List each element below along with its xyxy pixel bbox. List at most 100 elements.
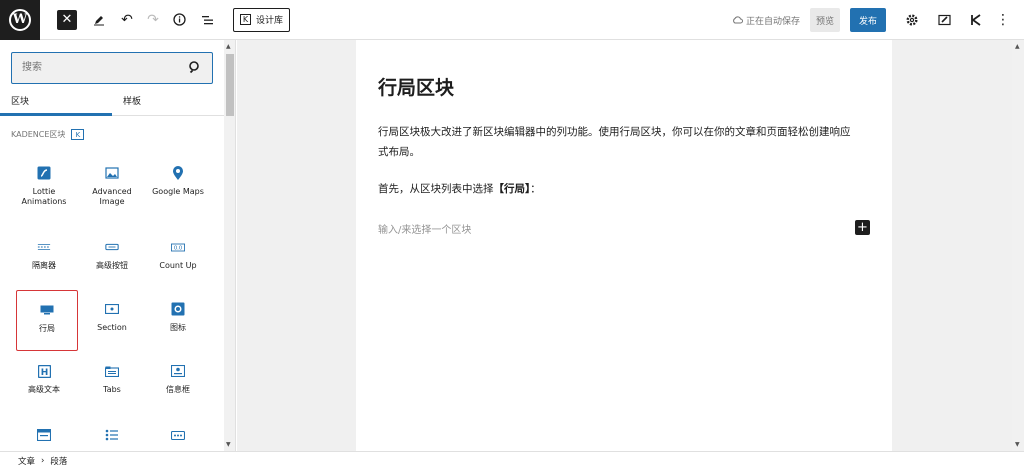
scroll-up-arrow-icon[interactable]: ▲ xyxy=(226,43,231,50)
block-label: Count Up xyxy=(159,261,197,270)
form-icon xyxy=(37,428,51,442)
scroll-down-arrow-icon[interactable]: ▼ xyxy=(226,441,231,448)
block-inserter-panel: 区块 样板 KADENCE区块 K LottieAnimations Advan… xyxy=(0,40,236,451)
icon-block-icon xyxy=(171,302,185,316)
block-label: 高级文本 xyxy=(28,385,60,394)
block-label: 隔离器 xyxy=(32,261,56,270)
top-toolbar: W ✕ ↶ ↷ K 设计库 正在自动保存 预览 发布 ⋮ xyxy=(0,0,1024,40)
info-box-icon xyxy=(171,364,185,378)
publish-button[interactable]: 发布 xyxy=(849,8,886,32)
block-advanced-image[interactable]: Advanced Image xyxy=(79,166,145,224)
redo-button[interactable]: ↷ xyxy=(141,8,165,32)
paragraph-text: 首先，从区块列表中选择 xyxy=(378,183,494,195)
block-icon[interactable]: 图标 xyxy=(145,302,211,360)
canvas-scrollbar[interactable]: ▲ ▼ xyxy=(1012,40,1024,451)
inserter-tabs: 区块 样板 xyxy=(0,92,224,116)
paragraph-text: ： xyxy=(530,183,541,195)
info-icon xyxy=(172,13,186,26)
button-icon xyxy=(105,240,119,254)
details-button[interactable] xyxy=(167,8,191,32)
kadence-k-icon xyxy=(971,14,981,26)
active-tab-indicator xyxy=(0,113,112,116)
options-button[interactable]: ⋮ xyxy=(996,8,1010,32)
search-field[interactable] xyxy=(11,52,213,84)
edit-panel-icon xyxy=(937,14,951,26)
block-label: 高级按钮 xyxy=(96,261,128,270)
block-advanced-button[interactable]: 高级按钮 xyxy=(79,240,145,298)
search-input[interactable] xyxy=(12,53,182,82)
paragraph-bold-text: 【行局】 xyxy=(493,183,531,195)
tab-patterns[interactable]: 样板 xyxy=(123,94,141,107)
block-row-layout[interactable]: 行局 xyxy=(16,290,78,351)
undo-icon: ↶ xyxy=(121,11,133,28)
svg-text:H: H xyxy=(40,368,48,378)
block-placeholder[interactable]: 输入/来选择一个区块 xyxy=(378,221,471,236)
preview-button[interactable]: 预览 xyxy=(809,8,840,32)
kadence-icon: K xyxy=(240,14,251,25)
design-library-button[interactable]: K 设计库 xyxy=(233,7,291,32)
editor-page: 行局区块 行局区块极大改进了新区块编辑器中的列功能。使用行局区块，你可以在你的文… xyxy=(356,40,892,451)
block-label: Google Maps xyxy=(152,187,204,196)
row-layout-icon xyxy=(40,303,54,317)
scroll-up-arrow-icon[interactable]: ▲ xyxy=(1015,43,1020,50)
block-info-box[interactable]: 信息框 xyxy=(145,364,211,422)
category-label: KADENCE区块 xyxy=(11,130,66,139)
breadcrumb-item-post[interactable]: 文章 xyxy=(18,455,35,467)
autosave-label: 正在自动保存 xyxy=(745,16,800,27)
editor-canvas: 行局区块 行局区块极大改进了新区块编辑器中的列功能。使用行局区块，你可以在你的文… xyxy=(237,40,1012,451)
pencil-icon xyxy=(94,15,104,25)
add-block-button[interactable]: + xyxy=(855,220,870,235)
block-label: 行局 xyxy=(39,324,55,333)
scroll-down-arrow-icon[interactable]: ▼ xyxy=(1015,441,1020,448)
kadence-controls-button[interactable] xyxy=(964,8,988,32)
redo-icon: ↷ xyxy=(147,11,159,28)
block-google-maps[interactable]: Google Maps xyxy=(145,165,211,224)
block-label: Advanced Image xyxy=(92,187,132,207)
map-pin-icon xyxy=(171,165,185,180)
block-form[interactable] xyxy=(11,428,77,451)
more-vertical-icon: ⋮ xyxy=(996,12,1010,28)
wordpress-logo-button[interactable]: W xyxy=(0,0,40,40)
close-icon: ✕ xyxy=(61,12,73,27)
block-lottie-animations[interactable]: Lottie Animations xyxy=(11,166,77,224)
block-count-up[interactable]: 0.0 Count Up xyxy=(145,240,211,298)
lottie-icon xyxy=(37,166,51,180)
tab-blocks[interactable]: 区块 xyxy=(11,94,29,107)
breadcrumb-item-paragraph[interactable]: 段落 xyxy=(50,455,67,467)
wordpress-icon: W xyxy=(9,8,31,31)
category-heading: KADENCE区块 K xyxy=(11,129,85,140)
block-section[interactable]: Section xyxy=(79,302,145,360)
list-view-button[interactable] xyxy=(195,8,219,32)
block-label: 信息框 xyxy=(166,385,190,394)
section-icon xyxy=(105,302,119,316)
tabs-icon xyxy=(105,364,119,378)
breadcrumb-separator-icon: › xyxy=(41,455,45,466)
close-inserter-button[interactable]: ✕ xyxy=(57,9,77,30)
block-icon-list[interactable] xyxy=(79,428,145,451)
list-view-icon xyxy=(201,15,213,24)
block-label: Section xyxy=(97,323,127,332)
sidebar-scrollbar-thumb[interactable] xyxy=(226,54,234,116)
block-label: Lottie Animations xyxy=(21,187,67,207)
design-library-label: 设计库 xyxy=(256,16,284,26)
undo-button[interactable]: ↶ xyxy=(115,8,139,32)
heading-icon: H xyxy=(37,364,51,378)
image-icon xyxy=(105,166,119,180)
spacer-icon xyxy=(37,240,51,254)
tools-button[interactable] xyxy=(87,8,111,32)
paragraph-block[interactable]: 首先，从区块列表中选择【行局】： xyxy=(378,179,858,199)
autosave-status: 正在自动保存 xyxy=(732,14,800,27)
paragraph-block[interactable]: 行局区块极大改进了新区块编辑器中的列功能。使用行局区块，你可以在你的文章和页面轻… xyxy=(378,122,858,162)
more-icon xyxy=(171,428,185,442)
block-label: Tabs xyxy=(103,385,121,394)
settings-button[interactable] xyxy=(900,8,924,32)
block-advanced-text[interactable]: H 高级文本 xyxy=(11,364,77,422)
customizer-button[interactable] xyxy=(932,8,956,32)
block-tabs[interactable]: Tabs xyxy=(79,364,145,422)
plus-icon: + xyxy=(857,220,868,235)
kadence-icon: K xyxy=(71,129,85,140)
post-title[interactable]: 行局区块 xyxy=(378,73,454,100)
block-more[interactable] xyxy=(145,428,211,451)
gear-icon xyxy=(906,14,918,26)
breadcrumb: 文章 › 段落 xyxy=(0,451,1024,469)
